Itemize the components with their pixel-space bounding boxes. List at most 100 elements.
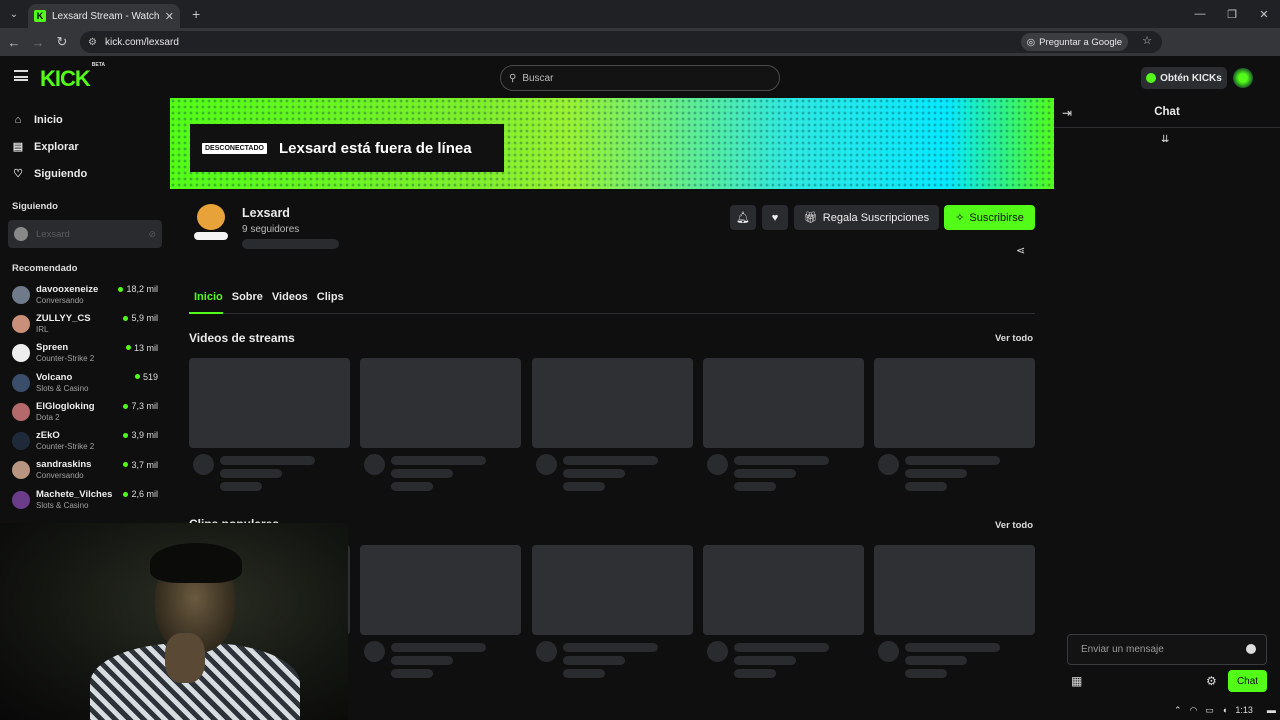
monitor-icon[interactable]: ▭: [1205, 705, 1214, 716]
site-info-icon[interactable]: ⚙: [88, 37, 97, 48]
pinned-message-icon[interactable]: ⇊: [1161, 134, 1169, 145]
tab-inicio[interactable]: Inicio: [189, 286, 223, 314]
search-icon: ⚲: [509, 72, 517, 84]
skeleton-avatar: [364, 641, 385, 662]
tab-search-chevron-icon[interactable]: ⌄: [0, 0, 28, 28]
get-kicks-label: Obtén KICKs: [1160, 72, 1222, 84]
skeleton-line: [905, 643, 1000, 652]
url-text[interactable]: kick.com/lexsard: [105, 37, 179, 48]
share-icon[interactable]: ⋖: [1016, 244, 1025, 257]
recommended-channel[interactable]: Volcano Slots & Casino 519: [0, 368, 170, 397]
sidebar-item-explorar[interactable]: ▤ Explorar: [0, 133, 170, 160]
home-icon: ⌂: [14, 113, 22, 126]
avatar: [12, 432, 30, 451]
gift-icon: 🎁︎: [803, 212, 818, 224]
video-card-skeleton[interactable]: [703, 358, 864, 448]
recommended-channel[interactable]: ZULLYY_CS IRL 5,9 mil: [0, 309, 170, 338]
chat-message-input[interactable]: Enviar un mensaje: [1067, 634, 1267, 665]
channel-followers: 9 seguidores: [242, 224, 300, 235]
chat-settings-icon[interactable]: ⚙: [1206, 674, 1217, 688]
video-card-skeleton[interactable]: [360, 358, 521, 448]
video-card-skeleton[interactable]: [874, 358, 1035, 448]
following-item[interactable]: Lexsard ⊘: [8, 220, 162, 248]
video-card-skeleton[interactable]: [189, 358, 350, 448]
star-icon: ✧: [955, 212, 965, 224]
search-input[interactable]: ⚲ Buscar: [500, 65, 780, 91]
gift-subs-label: Regala Suscripciones: [822, 211, 930, 224]
tab-clips[interactable]: Clips: [317, 286, 344, 314]
skeleton-line: [220, 469, 282, 478]
notifications-tray-icon[interactable]: ▬: [1267, 705, 1276, 715]
omnibox[interactable]: ⚙ kick.com/lexsard ◎ Preguntar a Google ☆: [80, 31, 1162, 53]
reload-icon[interactable]: ↻: [50, 34, 74, 50]
tab-sobre[interactable]: Sobre: [232, 286, 263, 314]
forward-icon[interactable]: →: [26, 35, 50, 50]
subscribe-button[interactable]: ✧ Suscribirse: [944, 205, 1035, 230]
viewer-count: 519: [135, 372, 158, 382]
recommended-channel[interactable]: Machete_Vilches Slots & Casino 2,6 mil: [0, 485, 170, 514]
channel-avatar[interactable]: [194, 204, 228, 244]
offline-badge: DESCONECTADO: [202, 142, 267, 154]
restore-icon[interactable]: ❐: [1216, 0, 1248, 28]
kick-favicon-icon: K: [34, 10, 46, 22]
volume-icon[interactable]: ◖: [1222, 705, 1227, 715]
follow-button[interactable]: ♥: [762, 205, 788, 230]
search-placeholder: Buscar: [522, 72, 554, 84]
new-tab-button[interactable]: +: [192, 6, 200, 22]
chat-header: ⇥ Chat: [1054, 98, 1280, 128]
skeleton-line: [905, 656, 967, 665]
minimize-icon[interactable]: —: [1184, 0, 1216, 28]
avatar: [12, 490, 30, 509]
chat-input-placeholder: Enviar un mensaje: [1081, 644, 1164, 655]
clip-card-skeleton[interactable]: [532, 545, 693, 635]
skeleton-line: [563, 643, 658, 652]
get-kicks-button[interactable]: Obtén KICKs: [1141, 67, 1227, 89]
skeleton-line: [242, 239, 339, 249]
skeleton-avatar: [707, 454, 728, 475]
chat-send-button[interactable]: Chat: [1228, 670, 1267, 692]
clip-card-skeleton[interactable]: [874, 545, 1035, 635]
back-icon[interactable]: ←: [2, 35, 26, 50]
wifi-icon[interactable]: ◠: [1190, 705, 1198, 716]
skeleton-line: [563, 669, 605, 678]
recommended-channel[interactable]: Spreen Counter-Strike 2 13 mil: [0, 339, 170, 368]
skeleton-avatar: [364, 454, 385, 475]
videos-see-all-link[interactable]: Ver todo: [995, 333, 1033, 344]
browser-tab[interactable]: K Lexsard Stream - Watch Live on Kick ✕: [28, 4, 180, 28]
clip-card-skeleton[interactable]: [360, 545, 521, 635]
skeleton-avatar: [878, 641, 899, 662]
gift-subs-button[interactable]: 🎁︎ Regala Suscripciones: [794, 205, 939, 230]
tab-videos[interactable]: Videos: [272, 286, 308, 314]
channel-name[interactable]: Lexsard: [242, 206, 290, 220]
sidebar-item-siguiendo[interactable]: ♡ Siguiendo: [0, 160, 170, 187]
clock-text[interactable]: 1:13: [1235, 705, 1253, 715]
skeleton-line: [220, 482, 262, 491]
bookmark-star-icon[interactable]: ☆: [1142, 34, 1152, 47]
clip-card-skeleton[interactable]: [703, 545, 864, 635]
store-icon[interactable]: ▦: [1071, 674, 1082, 688]
ask-google-button[interactable]: ◎ Preguntar a Google: [1020, 33, 1128, 51]
offline-box: DESCONECTADO Lexsard está fuera de línea: [190, 124, 504, 172]
menu-burger-icon[interactable]: [14, 70, 28, 81]
tray-chevron-icon[interactable]: ⌃: [1174, 705, 1182, 716]
notifications-button[interactable]: 🔔︎: [730, 205, 756, 230]
system-tray: ⌃ ◠ ▭ ◖ 1:13 ▬: [1160, 700, 1280, 720]
sidebar-item-inicio[interactable]: ⌂ Inicio: [0, 106, 170, 133]
tab-title: Lexsard Stream - Watch Live on Kick: [52, 10, 159, 22]
kick-logo[interactable]: KICKBETA: [40, 62, 105, 92]
user-avatar[interactable]: [1233, 68, 1253, 88]
close-window-icon[interactable]: ✕: [1248, 0, 1280, 28]
recommended-channel[interactable]: zEkO Counter-Strike 2 3,9 mil: [0, 426, 170, 455]
recommended-title: Recomendado: [12, 263, 78, 274]
emoji-icon[interactable]: [1246, 644, 1256, 654]
video-card-skeleton[interactable]: [532, 358, 693, 448]
sidebar: ⌂ Inicio ▤ Explorar ♡ Siguiendo Siguiend…: [0, 98, 170, 528]
recommended-channel[interactable]: ElGlogloking Dota 2 7,3 mil: [0, 397, 170, 426]
tab-close-icon[interactable]: ✕: [165, 10, 174, 23]
channel-name: Machete_Vilches: [36, 488, 113, 500]
recommended-channel[interactable]: sandraskins Conversando 3,7 mil: [0, 456, 170, 485]
clips-see-all-link[interactable]: Ver todo: [995, 520, 1033, 531]
webcam-overlay: [0, 523, 348, 720]
skeleton-line: [734, 482, 776, 491]
recommended-channel[interactable]: davooxeneize Conversando 18,2 mil: [0, 280, 170, 309]
